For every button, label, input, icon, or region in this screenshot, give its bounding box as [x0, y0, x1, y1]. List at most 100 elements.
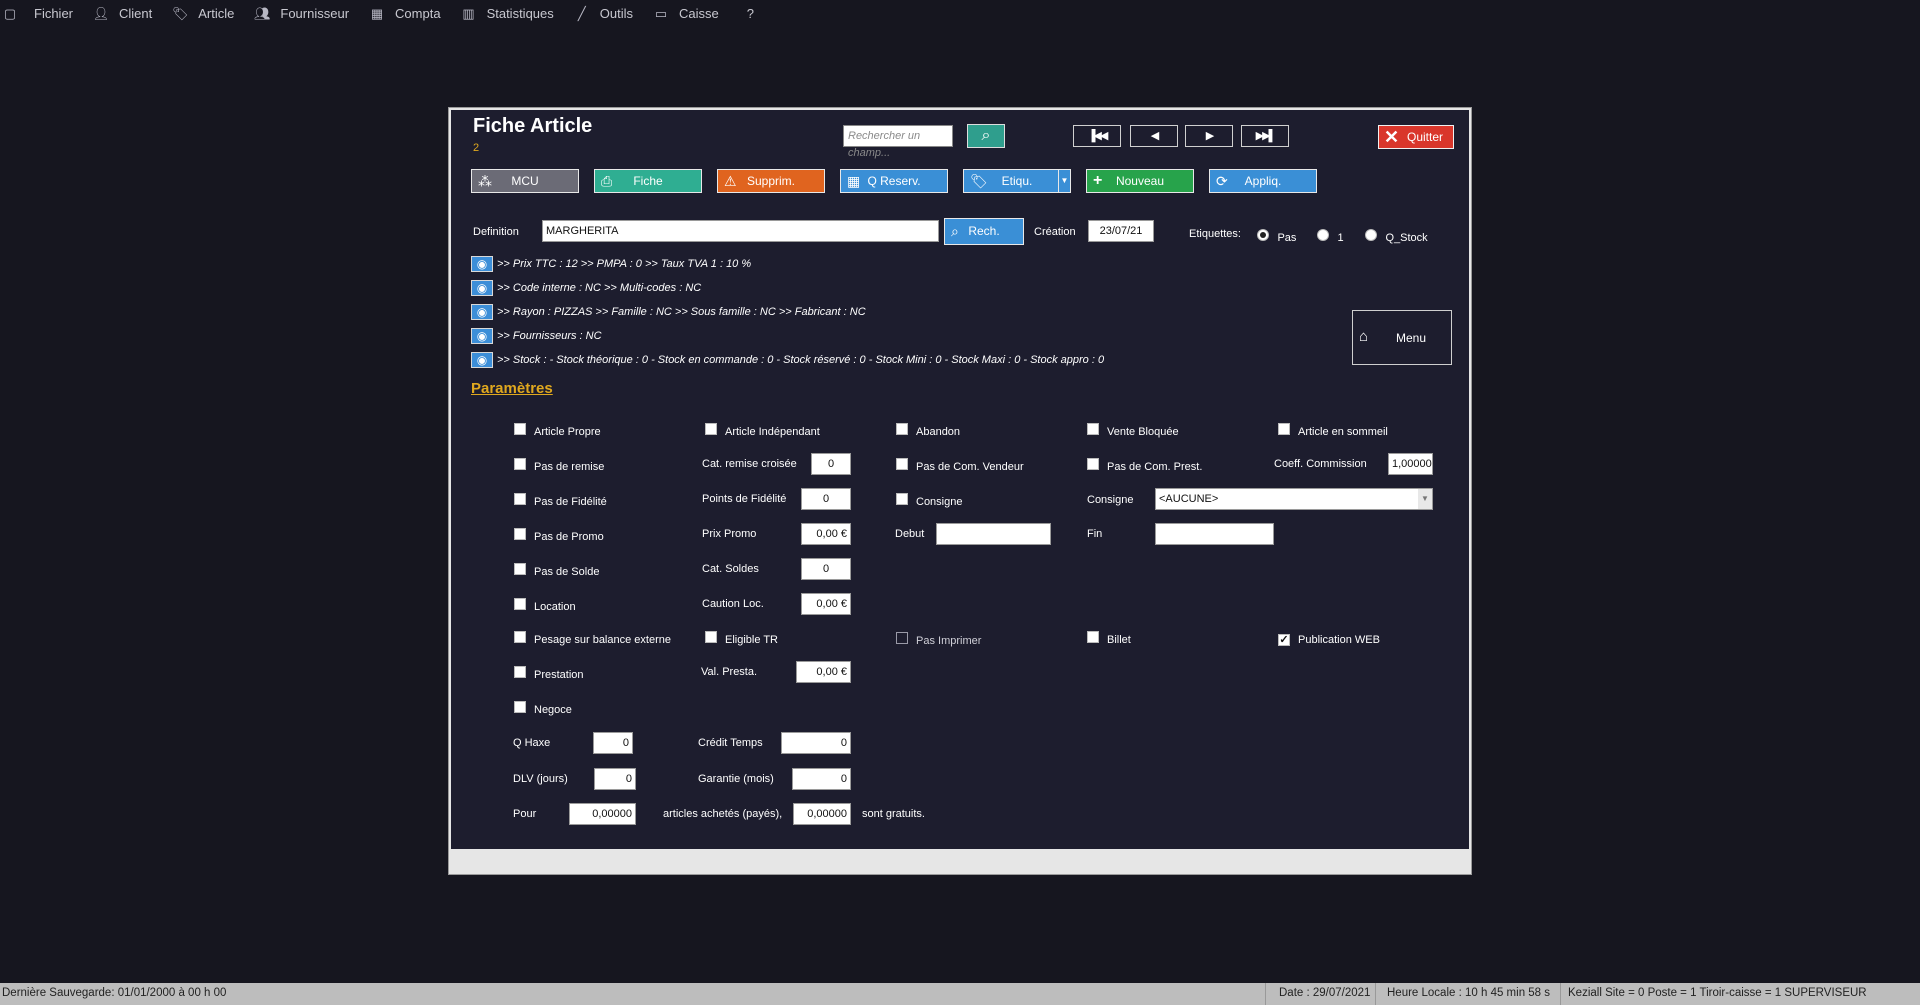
appliq-button[interactable]: ⟳ Appliq.	[1209, 169, 1317, 193]
cb-pesage[interactable]: Pesage sur balance externe	[514, 630, 671, 648]
pour-input[interactable]: 0,00000	[569, 803, 636, 825]
fiche-button[interactable]: ⎙ Fiche	[594, 169, 702, 193]
creation-date-field[interactable]: 23/07/21	[1088, 220, 1154, 242]
cb-billet[interactable]: Billet	[1087, 630, 1131, 648]
checkbox[interactable]	[514, 701, 526, 713]
eye-icon[interactable]: ◉	[471, 328, 493, 344]
cb-pas-com-vendeur[interactable]: Pas de Com. Vendeur	[896, 457, 1024, 475]
cb-publication-web[interactable]: Publication WEB	[1278, 630, 1380, 648]
radio-button[interactable]	[1365, 229, 1377, 241]
qreserv-button[interactable]: ▦ Q Reserv.	[840, 169, 948, 193]
radio-pas[interactable]: Pas	[1257, 228, 1296, 246]
cb-negoce[interactable]: Negoce	[514, 700, 572, 718]
cb-pas-de-promo[interactable]: Pas de Promo	[514, 527, 604, 545]
cb-pas-de-remise[interactable]: Pas de remise	[514, 457, 604, 475]
eye-icon[interactable]: ◉	[471, 256, 493, 272]
checkbox[interactable]	[514, 631, 526, 643]
next-record-button[interactable]: ▶	[1185, 125, 1233, 147]
val-presta-input[interactable]: 0,00 €	[796, 661, 851, 683]
first-record-button[interactable]: ▐◀◀	[1073, 125, 1121, 147]
radio-qstock[interactable]: Q_Stock	[1365, 228, 1428, 246]
dlv-input[interactable]: 0	[594, 768, 636, 790]
cb-consigne[interactable]: Consigne	[896, 492, 962, 510]
cb-location[interactable]: Location	[514, 597, 576, 615]
radio-1[interactable]: 1	[1317, 228, 1344, 246]
rech-button[interactable]: ⌕ Rech.	[944, 218, 1024, 245]
checkbox[interactable]	[1278, 634, 1290, 646]
menu-outils[interactable]: ╱ Outils	[572, 0, 651, 27]
mcu-button[interactable]: ⁂ MCU	[471, 169, 579, 193]
cb-pas-com-prest[interactable]: Pas de Com. Prest.	[1087, 457, 1202, 475]
supprim-button[interactable]: ⚠ Supprim.	[717, 169, 825, 193]
checkbox[interactable]	[896, 458, 908, 470]
qhaxe-input[interactable]: 0	[593, 732, 633, 754]
menu-statistiques[interactable]: ▥ Statistiques	[459, 0, 572, 27]
cb-vente-bloquee[interactable]: Vente Bloquée	[1087, 422, 1179, 440]
checkbox[interactable]	[896, 493, 908, 505]
last-record-button[interactable]: ▶▶▌	[1241, 125, 1289, 147]
menu-compta[interactable]: ▦ Compta	[367, 0, 459, 27]
quit-button[interactable]: ✕ Quitter	[1378, 125, 1454, 149]
checkbox[interactable]	[705, 423, 717, 435]
definition-input[interactable]: MARGHERITA	[542, 220, 939, 242]
checkbox[interactable]	[1278, 423, 1290, 435]
divider	[1265, 983, 1266, 1005]
cb-article-independant[interactable]: Article Indépendant	[705, 422, 820, 440]
eye-icon[interactable]: ◉	[471, 304, 493, 320]
cb-pas-imprimer[interactable]: Pas Imprimer	[896, 631, 981, 649]
menu-fournisseur[interactable]: 👥︎ Fournisseur	[252, 0, 367, 27]
etiqu-button[interactable]: 🏷︎ Etiqu. ▼	[963, 169, 1071, 193]
menu-client[interactable]: 👤︎ Client	[91, 0, 170, 27]
cb-article-sommeil[interactable]: Article en sommeil	[1278, 422, 1388, 440]
credit-temps-input[interactable]: 0	[781, 732, 851, 754]
monitor-icon: ▭	[654, 5, 668, 21]
articles-achetes-input[interactable]: 0,00000	[793, 803, 851, 825]
eye-icon[interactable]: ◉	[471, 352, 493, 368]
checkbox[interactable]	[896, 423, 908, 435]
cb-abandon[interactable]: Abandon	[896, 422, 960, 440]
checkbox[interactable]	[514, 493, 526, 505]
consigne-select[interactable]: <AUCUNE> ▼	[1155, 488, 1433, 510]
plus-icon: +	[1093, 172, 1103, 189]
checkbox[interactable]	[705, 631, 717, 643]
radio-button[interactable]	[1317, 229, 1329, 241]
coeff-commission-input[interactable]: 1,00000	[1388, 453, 1433, 475]
cb-pas-de-solde[interactable]: Pas de Solde	[514, 562, 599, 580]
checkbox[interactable]	[514, 423, 526, 435]
menu-button[interactable]: ⌂ Menu	[1352, 310, 1452, 365]
checkbox[interactable]	[514, 563, 526, 575]
previous-record-button[interactable]: ◀	[1130, 125, 1178, 147]
cb-eligible-tr[interactable]: Eligible TR	[705, 630, 778, 648]
menu-help[interactable]: ?	[737, 0, 772, 27]
nouveau-button[interactable]: + Nouveau	[1086, 169, 1194, 193]
caution-label: Caution Loc.	[702, 598, 764, 610]
fin-input[interactable]	[1155, 523, 1274, 545]
radio-button[interactable]	[1257, 229, 1269, 241]
eye-icon[interactable]: ◉	[471, 280, 493, 296]
field-search-input[interactable]: Rechercher un champ...	[843, 125, 953, 159]
field-search-button[interactable]: ⌕	[967, 124, 1005, 148]
checkbox[interactable]	[514, 666, 526, 678]
cb-pas-de-fidelite[interactable]: Pas de Fidélité	[514, 492, 607, 510]
checkbox[interactable]	[514, 528, 526, 540]
checkbox[interactable]	[1087, 423, 1099, 435]
info-line-stock: >> Stock : - Stock théorique : 0 - Stock…	[497, 354, 1105, 366]
cb-article-propre[interactable]: Article Propre	[514, 422, 601, 440]
menu-fichier[interactable]: ▢ Fichier	[0, 0, 91, 27]
checkbox[interactable]	[1087, 631, 1099, 643]
cat-remise-input[interactable]: 0	[811, 453, 851, 475]
cb-prestation[interactable]: Prestation	[514, 665, 584, 683]
menu-article[interactable]: 🏷︎ Article	[170, 0, 252, 27]
menu-caisse[interactable]: ▭ Caisse	[651, 0, 737, 27]
prix-promo-input[interactable]: 0,00 €	[801, 523, 851, 545]
points-fidelite-input[interactable]: 0	[801, 488, 851, 510]
checkbox[interactable]	[896, 632, 908, 644]
debut-input[interactable]	[936, 523, 1051, 545]
caution-input[interactable]: 0,00 €	[801, 593, 851, 615]
garantie-input[interactable]: 0	[792, 768, 851, 790]
checkbox[interactable]	[514, 598, 526, 610]
checkbox[interactable]	[1087, 458, 1099, 470]
checkbox[interactable]	[514, 458, 526, 470]
dropdown-arrow-icon[interactable]: ▼	[1058, 170, 1070, 192]
cat-soldes-input[interactable]: 0	[801, 558, 851, 580]
